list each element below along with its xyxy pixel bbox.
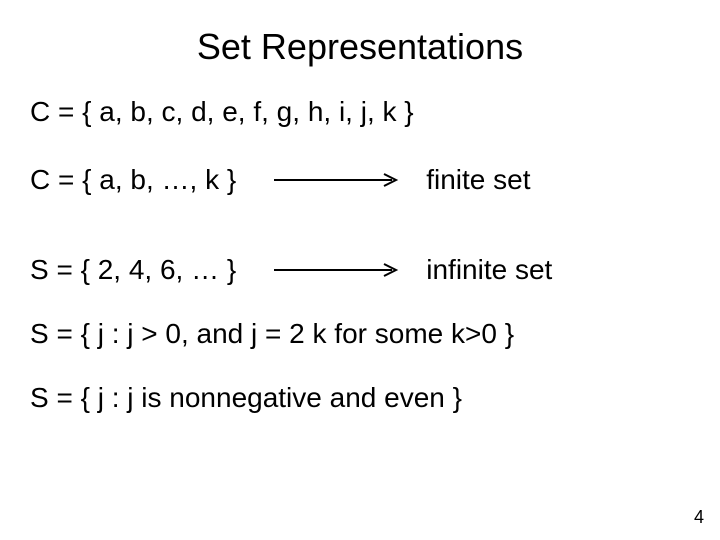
- finite-set-label: finite set: [426, 164, 530, 196]
- infinite-set-line: S = { 2, 4, 6, … } infinite set: [30, 254, 690, 286]
- infinite-set-lhs: S = { 2, 4, 6, … }: [30, 254, 236, 286]
- page-number: 4: [694, 507, 704, 528]
- set-builder-line-1: S = { j : j > 0, and j = 2 k for some k>…: [30, 318, 690, 350]
- line-4-text: S = { j : j > 0, and j = 2 k for some k>…: [30, 318, 514, 349]
- slide: Set Representations C = { a, b, c, d, e,…: [0, 0, 720, 414]
- line-5-text: S = { j : j is nonnegative and even }: [30, 382, 462, 413]
- slide-title: Set Representations: [30, 26, 690, 68]
- finite-set-lhs: C = { a, b, …, k }: [30, 164, 236, 196]
- arrow-icon: [274, 172, 404, 188]
- infinite-set-label: infinite set: [426, 254, 552, 286]
- set-definition-full: C = { a, b, c, d, e, f, g, h, i, j, k }: [30, 96, 690, 128]
- line-1-text: C = { a, b, c, d, e, f, g, h, i, j, k }: [30, 96, 414, 127]
- arrow-icon: [274, 262, 404, 278]
- set-builder-line-2: S = { j : j is nonnegative and even }: [30, 382, 690, 414]
- finite-set-line: C = { a, b, …, k } finite set: [30, 164, 690, 196]
